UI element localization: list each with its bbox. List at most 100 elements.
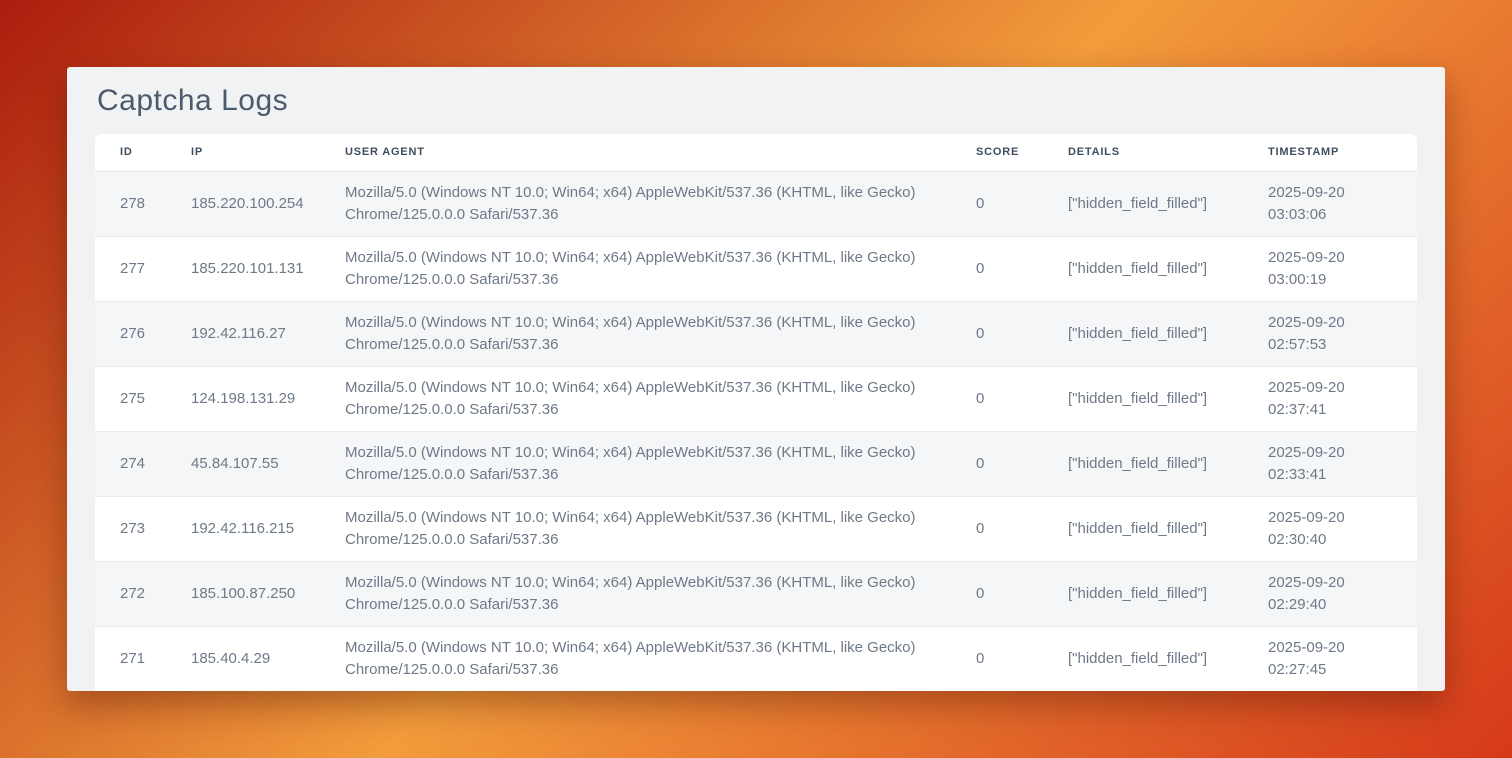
cell-timestamp-text: 2025-09-20 02:37:41 [1268,377,1363,421]
header-timestamp: TIMESTAMP [1268,134,1417,171]
cell-score: 0 [976,236,1068,301]
cell-id-text: 273 [120,520,145,537]
cell-ip-text: 185.100.87.250 [191,585,295,602]
cell-timestamp-text: 2025-09-20 03:00:19 [1268,247,1363,291]
cell-user-agent: Mozilla/5.0 (Windows NT 10.0; Win64; x64… [345,626,976,691]
table-row: 276192.42.116.27 Mozilla/5.0 (Windows NT … [95,301,1417,366]
cell-details-text: ["hidden_field_filled"] [1068,455,1207,472]
table-row: 278 185.220.100.254 Mozilla/5.0 (Windows N… [95,171,1417,236]
cell-user-agent: Mozilla/5.0 (Windows NT 10.0; Win64; x64… [345,496,976,561]
cell-score: 0 [976,626,1068,691]
cell-id-text: 278 [120,195,145,212]
cell-timestamp-text: 2025-09-20 02:27:45 [1268,637,1363,681]
cell-ip: 185.40.4.29 [191,626,345,691]
cell-timestamp-text: 2025-09-20 02:29:40 [1268,572,1363,616]
logs-table: ID IP USER AGENT SCORE DETAILS TIMESTAMP… [95,134,1417,691]
cell-user-agent: Mozilla/5.0 (Windows NT 10.0; Win64; x64… [345,301,976,366]
cell-id: 278 [95,171,191,236]
logs-table-body: 278 185.220.100.254 Mozilla/5.0 (Windows N… [95,171,1417,691]
cell-score-text: 0 [976,390,984,407]
cell-timestamp-text: 2025-09-20 02:33:41 [1268,442,1363,486]
cell-details: ["hidden_field_filled"] [1068,496,1268,561]
cell-id-text: 274 [120,455,145,472]
header-details: DETAILS [1068,134,1268,171]
cell-ip-text: 124.198.131.29 [191,390,295,407]
cell-details-text: ["hidden_field_filled"] [1068,390,1207,407]
cell-ip: 192.42.116.27 [191,301,345,366]
cell-user-agent-text: Mozilla/5.0 (Windows NT 10.0; Win64; x64… [345,572,945,616]
cell-score: 0 [976,301,1068,366]
cell-id: 276 [95,301,191,366]
cell-timestamp: 2025-09-20 02:57:53 [1268,301,1417,366]
cell-user-agent-text: Mozilla/5.0 (Windows NT 10.0; Win64; x64… [345,377,945,421]
cell-ip: 185.100.87.250 [191,561,345,626]
cell-score-text: 0 [976,585,984,602]
cell-user-agent-text: Mozilla/5.0 (Windows NT 10.0; Win64; x64… [345,507,945,551]
header-score: SCORE [976,134,1068,171]
cell-ip: 185.220.101.131 [191,236,345,301]
cell-details-text: ["hidden_field_filled"] [1068,650,1207,667]
header-id: ID [95,134,191,171]
cell-details: ["hidden_field_filled"] [1068,171,1268,236]
cell-details: ["hidden_field_filled"] [1068,431,1268,496]
cell-ip-text: 185.220.101.131 [191,260,304,277]
cell-ip-text: 185.220.100.254 [191,195,304,212]
header-ip: IP [191,134,345,171]
cell-timestamp-text: 2025-09-20 02:57:53 [1268,312,1363,356]
cell-id: 277 [95,236,191,301]
cell-timestamp: 2025-09-20 02:30:40 [1268,496,1417,561]
cell-user-agent-text: Mozilla/5.0 (Windows NT 10.0; Win64; x64… [345,247,945,291]
cell-timestamp: 2025-09-20 03:00:19 [1268,236,1417,301]
header-user-agent: USER AGENT [345,134,976,171]
cell-id: 271 [95,626,191,691]
cell-user-agent: Mozilla/5.0 (Windows NT 10.0; Win64; x64… [345,366,976,431]
cell-ip-text: 185.40.4.29 [191,650,270,667]
cell-ip-text: 192.42.116.215 [191,520,294,537]
cell-id: 272 [95,561,191,626]
captcha-logs-card: Captcha Logs ID IP USER AGENT SCORE DETA… [67,67,1445,691]
cell-details-text: ["hidden_field_filled"] [1068,520,1207,537]
table-row: 272 185.100.87.250 Mozilla/5.0 (Windows NT… [95,561,1417,626]
table-row: 271185.40.4.29 Mozilla/5.0 (Windows NT 10… [95,626,1417,691]
cell-details: ["hidden_field_filled"] [1068,366,1268,431]
cell-score-text: 0 [976,650,984,667]
cell-id-text: 272 [120,585,145,602]
cell-details: ["hidden_field_filled"] [1068,301,1268,366]
cell-timestamp-text: 2025-09-20 03:03:06 [1268,182,1363,226]
cell-score-text: 0 [976,520,984,537]
cell-score-text: 0 [976,260,984,277]
cell-id: 274 [95,431,191,496]
cell-timestamp: 2025-09-20 02:29:40 [1268,561,1417,626]
table-row: 275 124.198.131.29 Mozilla/5.0 (Windows NT… [95,366,1417,431]
cell-ip: 185.220.100.254 [191,171,345,236]
cell-details: ["hidden_field_filled"] [1068,236,1268,301]
page-background: { "page": { "title": "Captcha Logs" }, "… [0,0,1512,758]
cell-id: 275 [95,366,191,431]
cell-score: 0 [976,366,1068,431]
cell-user-agent-text: Mozilla/5.0 (Windows NT 10.0; Win64; x64… [345,637,945,681]
cell-details-text: ["hidden_field_filled"] [1068,260,1207,277]
cell-score-text: 0 [976,455,984,472]
cell-details-text: ["hidden_field_filled"] [1068,195,1207,212]
table-row: 274 45.84.107.55Mozilla/5.0 (Windows NT 1… [95,431,1417,496]
header-row: ID IP USER AGENT SCORE DETAILS TIMESTAMP [95,134,1417,171]
cell-timestamp: 2025-09-20 02:27:45 [1268,626,1417,691]
cell-user-agent: Mozilla/5.0 (Windows NT 10.0; Win64; x64… [345,561,976,626]
cell-score-text: 0 [976,325,984,342]
cell-score-text: 0 [976,195,984,212]
cell-ip: 192.42.116.215 [191,496,345,561]
cell-timestamp: 2025-09-20 02:33:41 [1268,431,1417,496]
cell-id-text: 275 [120,390,145,407]
cell-ip: 45.84.107.55 [191,431,345,496]
cell-score: 0 [976,431,1068,496]
cell-ip-text: 192.42.116.27 [191,325,286,342]
cell-timestamp: 2025-09-20 02:37:41 [1268,366,1417,431]
cell-timestamp: 2025-09-20 03:03:06 [1268,171,1417,236]
cell-ip: 124.198.131.29 [191,366,345,431]
cell-user-agent-text: Mozilla/5.0 (Windows NT 10.0; Win64; x64… [345,182,945,226]
cell-user-agent-text: Mozilla/5.0 (Windows NT 10.0; Win64; x64… [345,442,945,486]
logs-table-header: ID IP USER AGENT SCORE DETAILS TIMESTAMP [95,134,1417,171]
cell-timestamp-text: 2025-09-20 02:30:40 [1268,507,1363,551]
cell-score: 0 [976,561,1068,626]
cell-id-text: 277 [120,260,145,277]
